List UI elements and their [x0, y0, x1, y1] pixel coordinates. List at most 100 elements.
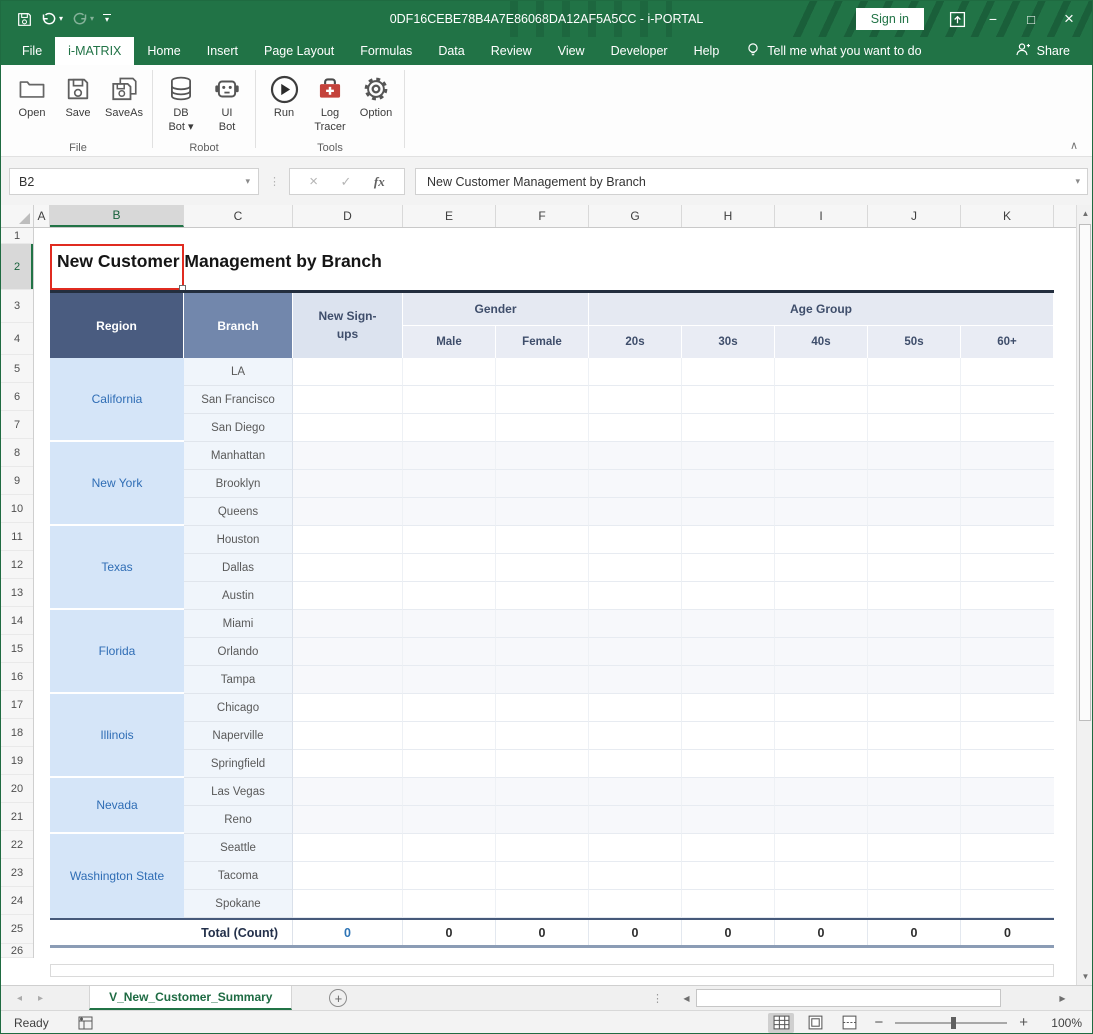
branch-cell[interactable]: San Francisco [184, 386, 293, 414]
row-header-5[interactable]: 5 [1, 355, 33, 383]
sub-header-male[interactable]: Male [403, 326, 496, 358]
collapse-ribbon-icon[interactable]: ∧ [1070, 139, 1078, 152]
ribbon-button-run[interactable]: Run [261, 70, 307, 121]
data-cell[interactable] [293, 834, 403, 862]
data-cell[interactable] [682, 890, 775, 918]
data-cell[interactable] [589, 526, 682, 554]
data-cell[interactable] [293, 610, 403, 638]
branch-cell[interactable]: Orlando [184, 638, 293, 666]
select-all-corner[interactable] [1, 205, 34, 227]
data-cell[interactable] [589, 834, 682, 862]
zoom-slider-handle[interactable] [951, 1017, 956, 1029]
data-cell[interactable] [293, 666, 403, 694]
branch-cell[interactable]: LA [184, 358, 293, 386]
data-cell[interactable] [682, 442, 775, 470]
scroll-up-icon[interactable]: ▲ [1077, 205, 1093, 222]
ribbon-button-open[interactable]: Open [9, 70, 55, 121]
data-cell[interactable] [403, 666, 496, 694]
branch-cell[interactable]: Dallas [184, 554, 293, 582]
branch-cell[interactable]: Chicago [184, 694, 293, 722]
region-cell[interactable]: Illinois [50, 694, 184, 778]
data-cell[interactable] [496, 554, 589, 582]
branch-cell[interactable]: San Diego [184, 414, 293, 442]
ribbon-tab-page-layout[interactable]: Page Layout [251, 37, 347, 65]
insert-function-icon[interactable]: fx [374, 174, 385, 190]
data-cell[interactable] [589, 638, 682, 666]
data-cell[interactable] [403, 610, 496, 638]
data-cell[interactable] [868, 414, 961, 442]
data-cell[interactable] [961, 694, 1054, 722]
branch-cell[interactable]: Brooklyn [184, 470, 293, 498]
total-value-cell[interactable]: 0 [293, 920, 403, 945]
data-cell[interactable] [775, 722, 868, 750]
data-cell[interactable] [868, 806, 961, 834]
data-cell[interactable] [403, 582, 496, 610]
total-value-cell[interactable]: 0 [961, 920, 1054, 945]
data-cell[interactable] [775, 470, 868, 498]
horizontal-scrollbar[interactable]: ◀ ▶ [677, 986, 1092, 1010]
data-cell[interactable] [961, 722, 1054, 750]
enter-icon[interactable]: ✓ [340, 174, 351, 190]
macro-record-icon[interactable] [78, 1016, 93, 1030]
data-cell[interactable] [868, 470, 961, 498]
maximize-button[interactable]: □ [1012, 1, 1050, 37]
row-header-19[interactable]: 19 [1, 747, 33, 775]
sub-header-20s[interactable]: 20s [589, 326, 682, 358]
data-cell[interactable] [775, 806, 868, 834]
row-header-14[interactable]: 14 [1, 607, 33, 635]
data-cell[interactable] [682, 470, 775, 498]
data-cell[interactable] [589, 414, 682, 442]
new-signups-header-cell[interactable]: New Sign-ups [293, 293, 403, 358]
data-cell[interactable] [868, 694, 961, 722]
data-cell[interactable] [589, 470, 682, 498]
row-header-10[interactable]: 10 [1, 495, 33, 523]
branch-cell[interactable]: Seattle [184, 834, 293, 862]
data-cell[interactable] [496, 890, 589, 918]
data-cell[interactable] [589, 722, 682, 750]
horizontal-scrollbar-thumb[interactable] [696, 989, 1001, 1007]
data-cell[interactable] [403, 498, 496, 526]
row-header-4[interactable]: 4 [1, 323, 33, 355]
data-cell[interactable] [293, 890, 403, 918]
branch-cell[interactable]: Houston [184, 526, 293, 554]
data-cell[interactable] [961, 890, 1054, 918]
sign-in-button[interactable]: Sign in [856, 8, 924, 30]
data-cell[interactable] [961, 834, 1054, 862]
data-cell[interactable] [496, 526, 589, 554]
row-header-23[interactable]: 23 [1, 859, 33, 887]
data-cell[interactable] [496, 414, 589, 442]
data-cell[interactable] [775, 694, 868, 722]
sub-header-female[interactable]: Female [496, 326, 589, 358]
data-cell[interactable] [496, 666, 589, 694]
column-header-I[interactable]: I [775, 205, 868, 227]
data-cell[interactable] [682, 638, 775, 666]
data-cell[interactable] [961, 554, 1054, 582]
data-cell[interactable] [496, 386, 589, 414]
data-cell[interactable] [775, 498, 868, 526]
ribbon-tab-developer[interactable]: Developer [598, 37, 681, 65]
row-header-21[interactable]: 21 [1, 803, 33, 831]
minimize-button[interactable]: − [974, 1, 1012, 37]
row-header-17[interactable]: 17 [1, 691, 33, 719]
scroll-right-icon[interactable]: ▶ [1053, 994, 1072, 1003]
data-cell[interactable] [775, 750, 868, 778]
region-cell[interactable]: California [50, 358, 184, 442]
data-cell[interactable] [682, 694, 775, 722]
region-cell[interactable]: Florida [50, 610, 184, 694]
data-cell[interactable] [682, 498, 775, 526]
data-cell[interactable] [682, 862, 775, 890]
data-cell[interactable] [961, 414, 1054, 442]
sheet-tab-active[interactable]: V_New_Customer_Summary [89, 986, 292, 1010]
data-cell[interactable] [775, 386, 868, 414]
gender-header-cell[interactable]: Gender [403, 293, 589, 326]
row-header-7[interactable]: 7 [1, 411, 33, 439]
vertical-scrollbar[interactable]: ▲ ▼ [1076, 205, 1093, 985]
data-cell[interactable] [293, 442, 403, 470]
data-cell[interactable] [868, 554, 961, 582]
data-cell[interactable] [589, 750, 682, 778]
data-cell[interactable] [775, 358, 868, 386]
row-header-11[interactable]: 11 [1, 523, 33, 551]
data-cell[interactable] [589, 498, 682, 526]
data-cell[interactable] [961, 526, 1054, 554]
redo-button[interactable]: ▾ [72, 12, 94, 26]
